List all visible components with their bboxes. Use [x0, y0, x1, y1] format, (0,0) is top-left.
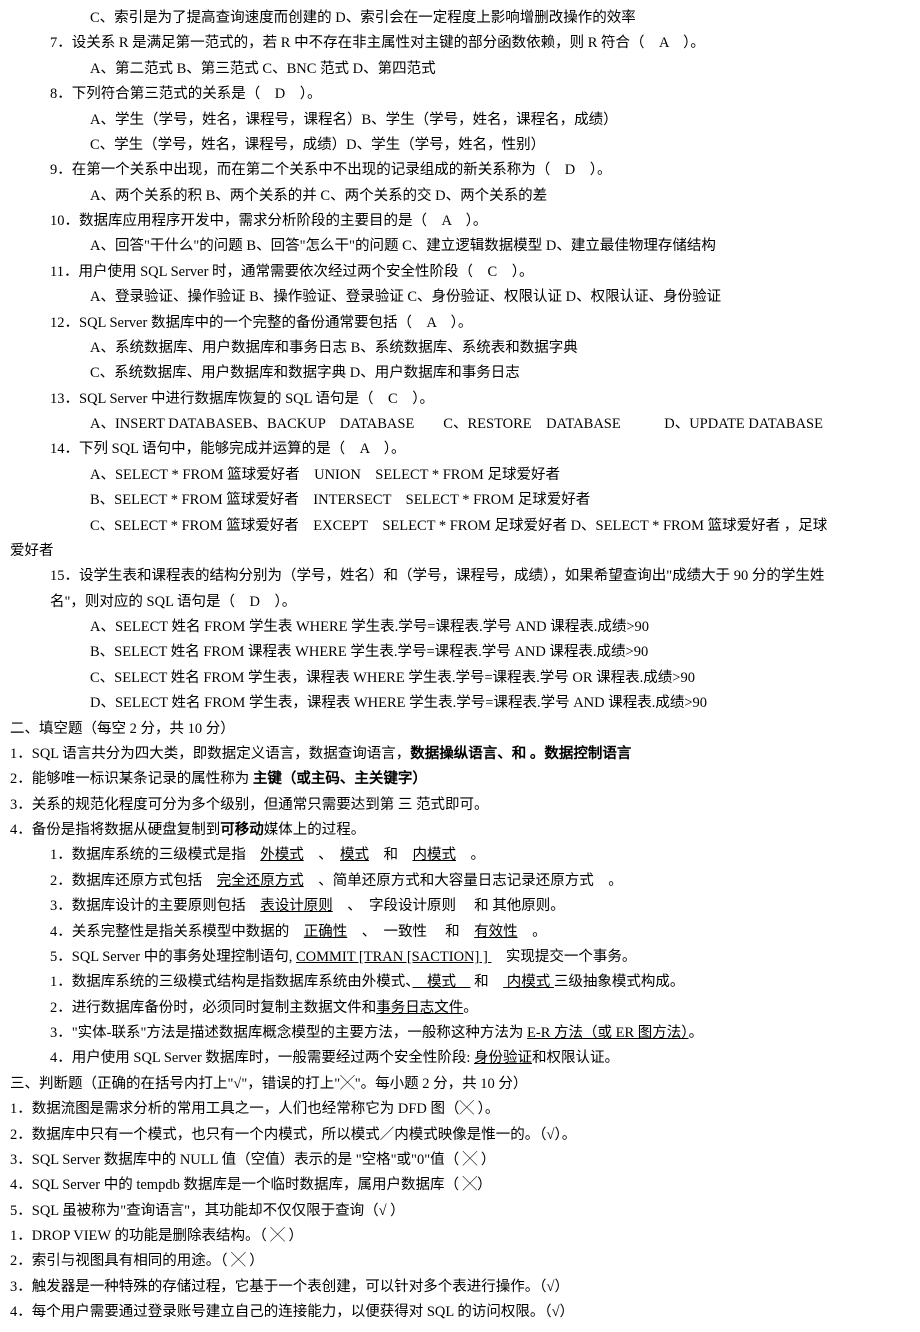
- q14-option-c: C、SELECT * FROM 篮球爱好者 EXCEPT SELECT * FR…: [10, 514, 910, 539]
- fill-4-2: 2．数据库还原方式包括 完全还原方式 、简单还原方式和大容量日志记录还原方式 。: [10, 869, 910, 894]
- fill-2: 2．能够唯一标识某条记录的属性称为 主键（或主码、主关键字）: [10, 767, 910, 792]
- q6-option-cd: C、索引是为了提高查询速度而创建的 D、索引会在一定程度上影响增删改操作的效率: [10, 6, 910, 31]
- q7-stem: 7．设关系 R 是满足第一范式的，若 R 中不存在非主属性对主键的部分函数依赖，…: [10, 31, 910, 56]
- q15-stem-line2: 名"，则对应的 SQL 语句是（ D ）。: [10, 590, 910, 615]
- q8-options-cd: C、学生（学号，姓名，课程号，成绩）D、学生（学号，姓名，性别）: [10, 133, 910, 158]
- q12-options-cd: C、系统数据库、用户数据库和数据字典 D、用户数据库和事务日志: [10, 361, 910, 386]
- section-2-title: 二、填空题（每空 2 分，共 10 分）: [10, 717, 910, 742]
- judge-2: 2．数据库中只有一个模式，也只有一个内模式，所以模式／内模式映像是惟一的。（√）…: [10, 1123, 910, 1148]
- q7-options: A、第二范式 B、第三范式 C、BNC 范式 D、第四范式: [10, 57, 910, 82]
- q10-stem: 10．数据库应用程序开发中，需求分析阶段的主要目的是（ A ）。: [10, 209, 910, 234]
- q8-options-ab: A、学生（学号，姓名，课程号，课程名）B、学生（学号，姓名，课程名，成绩）: [10, 108, 910, 133]
- q15-option-d: D、SELECT 姓名 FROM 学生表，课程表 WHERE 学生表.学号=课程…: [10, 691, 910, 716]
- q9-stem: 9．在第一个关系中出现，而在第二个关系中不出现的记录组成的新关系称为（ D ）。: [10, 158, 910, 183]
- q11-options: A、登录验证、操作验证 B、操作验证、登录验证 C、身份验证、权限认证 D、权限…: [10, 285, 910, 310]
- judge-1: 1．数据流图是需求分析的常用工具之一，人们也经常称它为 DFD 图（╳ ）。: [10, 1097, 910, 1122]
- fill-4-3: 3．数据库设计的主要原则包括 表设计原则 、 字段设计原则 和 其他原则。: [10, 894, 910, 919]
- section-3-title: 三、判断题（正确的在括号内打上"√"，错误的打上"╳"。每小题 2 分，共 10…: [10, 1072, 910, 1097]
- q14-stem: 14．下列 SQL 语句中，能够完成并运算的是（ A ）。: [10, 437, 910, 462]
- judge-4: 4．SQL Server 中的 tempdb 数据库是一个临时数据库，属用户数据…: [10, 1173, 910, 1198]
- q12-stem: 12．SQL Server 数据库中的一个完整的备份通常要包括（ A ）。: [10, 311, 910, 336]
- fill-4-8: 3．"实体-联系"方法是描述数据库概念模型的主要方法，一般称这种方法为 E-R …: [10, 1021, 910, 1046]
- q13-stem: 13．SQL Server 中进行数据库恢复的 SQL 语句是（ C ）。: [10, 387, 910, 412]
- q14-option-a: A、SELECT * FROM 篮球爱好者 UNION SELECT * FRO…: [10, 463, 910, 488]
- fill-4-1: 1．数据库系统的三级模式是指 外模式 、 模式 和 内模式 。: [10, 843, 910, 868]
- judge-9: 4．每个用户需要通过登录账号建立自己的连接能力，以便获得对 SQL 的访问权限。…: [10, 1300, 910, 1325]
- q15-option-c: C、SELECT 姓名 FROM 学生表，课程表 WHERE 学生表.学号=课程…: [10, 666, 910, 691]
- q10-options: A、回答"干什么"的问题 B、回答"怎么干"的问题 C、建立逻辑数据模型 D、建…: [10, 234, 910, 259]
- fill-4-5: 5．SQL Server 中的事务处理控制语句, COMMIT [TRAN [S…: [10, 945, 910, 970]
- q14-option-b: B、SELECT * FROM 篮球爱好者 INTERSECT SELECT *…: [10, 488, 910, 513]
- fill-4-6: 1．数据库系统的三级模式结构是指数据库系统由外模式、 模式 和 内模式 三级抽象…: [10, 970, 910, 995]
- judge-3: 3．SQL Server 数据库中的 NULL 值（空值）表示的是 "空格"或"…: [10, 1148, 910, 1173]
- q9-options: A、两个关系的积 B、两个关系的并 C、两个关系的交 D、两个关系的差: [10, 184, 910, 209]
- q8-stem: 8．下列符合第三范式的关系是（ D ）。: [10, 82, 910, 107]
- q12-options-ab: A、系统数据库、用户数据库和事务日志 B、系统数据库、系统表和数据字典: [10, 336, 910, 361]
- q13-options: A、INSERT DATABASEB、BACKUP DATABASE C、RES…: [10, 412, 910, 437]
- fill-3: 3．关系的规范化程度可分为多个级别，但通常只需要达到第 三 范式即可。: [10, 793, 910, 818]
- fill-1: 1．SQL 语言共分为四大类，即数据定义语言，数据查询语言，数据操纵语言、和 。…: [10, 742, 910, 767]
- judge-6: 1．DROP VIEW 的功能是删除表结构。（ ╳ ）: [10, 1224, 910, 1249]
- judge-7: 2．索引与视图具有相同的用途。（ ╳ ）: [10, 1249, 910, 1274]
- fill-4-7: 2．进行数据库备份时，必须同时复制主数据文件和事务日志文件。: [10, 996, 910, 1021]
- judge-5: 5．SQL 虽被称为"查询语言"，其功能却不仅仅限于查询（√ ）: [10, 1199, 910, 1224]
- judge-8: 3．触发器是一种特殊的存储过程，它基于一个表创建，可以针对多个表进行操作。（√）: [10, 1275, 910, 1300]
- q15-option-b: B、SELECT 姓名 FROM 课程表 WHERE 学生表.学号=课程表.学号…: [10, 640, 910, 665]
- fill-4-9: 4．用户使用 SQL Server 数据库时，一般需要经过两个安全性阶段: 身份…: [10, 1046, 910, 1071]
- q11-stem: 11．用户使用 SQL Server 时，通常需要依次经过两个安全性阶段（ C …: [10, 260, 910, 285]
- fill-4: 4．备份是指将数据从硬盘复制到可移动媒体上的过程。: [10, 818, 910, 843]
- q15-stem-line1: 15．设学生表和课程表的结构分别为（学号，姓名）和（学号，课程号，成绩），如果希…: [10, 564, 910, 589]
- q14-tail: 爱好者: [10, 539, 910, 564]
- q15-option-a: A、SELECT 姓名 FROM 学生表 WHERE 学生表.学号=课程表.学号…: [10, 615, 910, 640]
- fill-4-4: 4．关系完整性是指关系模型中数据的 正确性 、 一致性 和 有效性 。: [10, 920, 910, 945]
